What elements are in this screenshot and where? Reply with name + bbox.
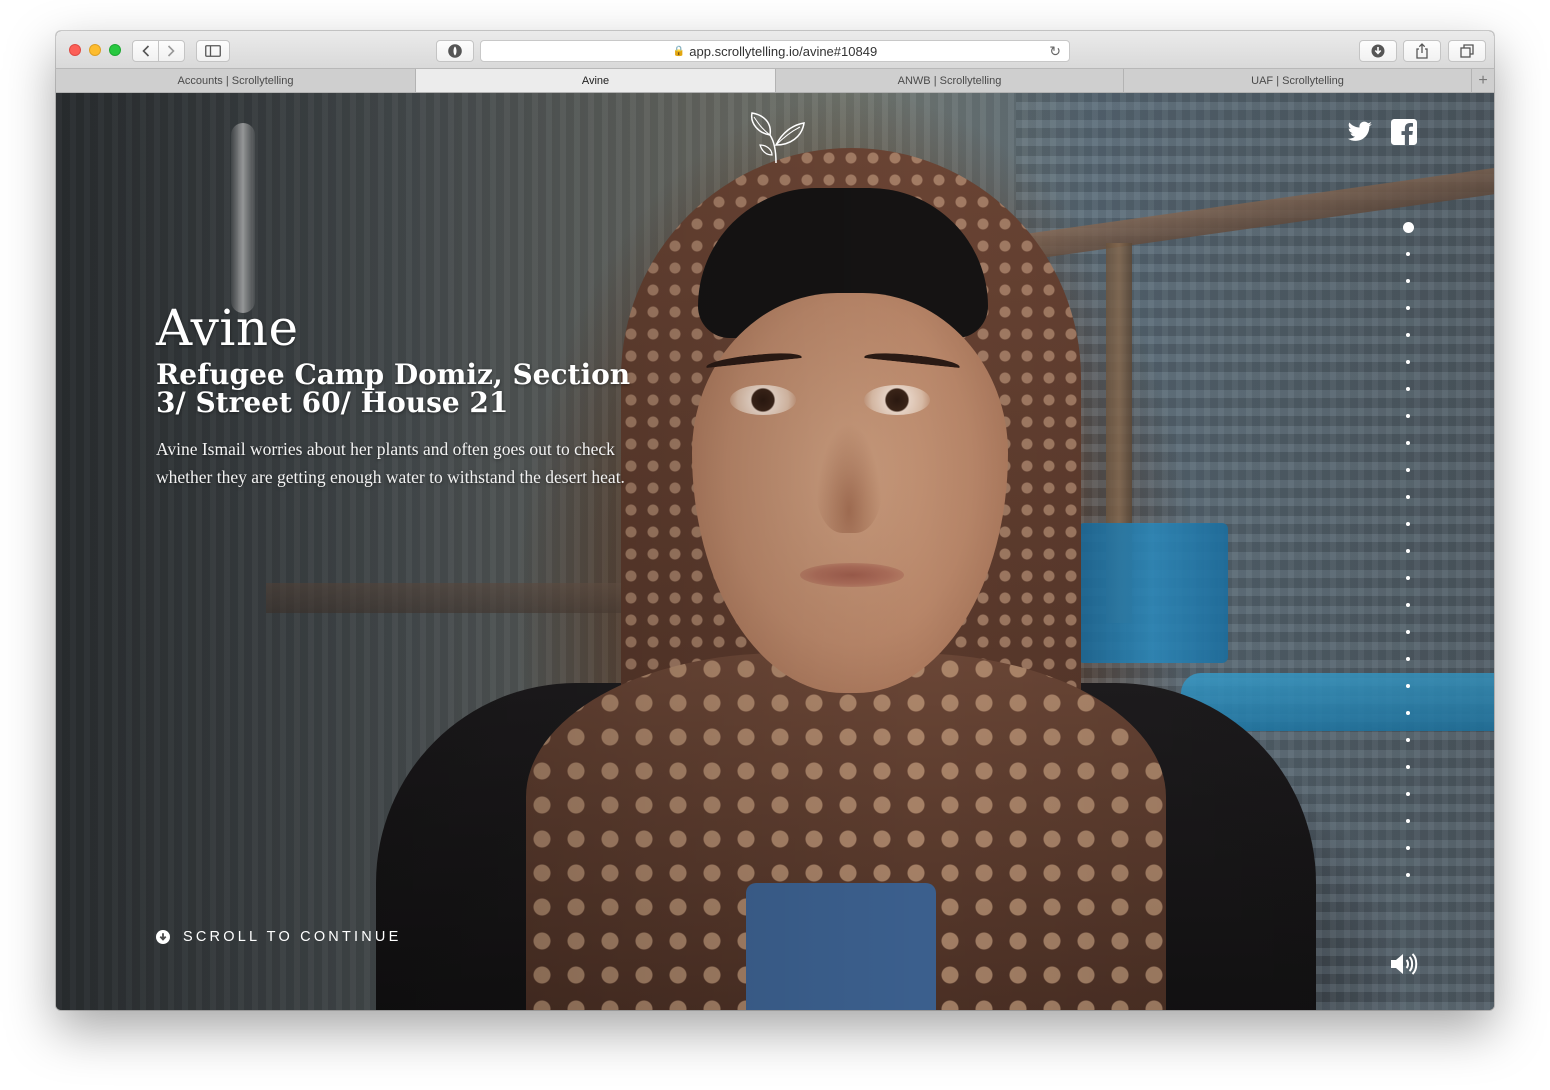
section-nav-dot[interactable]	[1406, 630, 1410, 634]
section-nav-dot[interactable]	[1406, 576, 1410, 580]
tab-avine[interactable]: Avine	[416, 69, 776, 92]
sidebar-toggle-button[interactable]	[196, 40, 230, 62]
window-maximize-button[interactable]	[109, 44, 121, 56]
tab-accounts[interactable]: Accounts | Scrollytelling	[56, 69, 416, 92]
speaker-icon[interactable]	[1389, 951, 1419, 977]
tab-overview-button[interactable]	[1448, 40, 1486, 62]
forward-button[interactable]	[159, 41, 184, 61]
download-icon	[1371, 44, 1385, 58]
tab-anwb[interactable]: ANWB | Scrollytelling	[776, 69, 1124, 92]
section-nav-dot[interactable]	[1406, 873, 1410, 877]
section-nav-dot[interactable]	[1406, 603, 1410, 607]
share-icon	[1416, 43, 1428, 59]
lock-icon: 🔒	[672, 45, 686, 57]
browser-toolbar: 🔒 app.scrollytelling.io/avine#10849 ↻	[56, 31, 1494, 69]
section-nav-dot[interactable]	[1406, 387, 1410, 391]
share-button[interactable]	[1403, 40, 1441, 62]
shield-extension-icon	[448, 44, 462, 58]
story-hero: Avine Refugee Camp Domiz, Section 3/ Str…	[56, 93, 1494, 1010]
section-nav-dot[interactable]	[1406, 819, 1410, 823]
section-nav-dot[interactable]	[1406, 738, 1410, 742]
section-nav-dot[interactable]	[1402, 222, 1414, 233]
chevron-right-icon	[168, 45, 176, 57]
back-button[interactable]	[133, 41, 158, 61]
section-nav-dot[interactable]	[1406, 495, 1410, 499]
sidebar-icon	[205, 45, 221, 57]
section-nav-dot[interactable]	[1406, 441, 1410, 445]
section-nav-dot[interactable]	[1406, 711, 1410, 715]
image-vignette	[56, 93, 1494, 1010]
history-nav-group	[132, 40, 185, 62]
facebook-icon[interactable]	[1391, 119, 1417, 145]
browser-window: 🔒 app.scrollytelling.io/avine#10849 ↻ Ac…	[56, 31, 1494, 1010]
reload-icon[interactable]: ↻	[1049, 43, 1061, 60]
story-title: Avine	[156, 299, 299, 357]
tabs-overview-icon	[1460, 44, 1474, 58]
scroll-to-continue-button[interactable]: SCROLL TO CONTINUE	[156, 929, 401, 945]
privacy-extension-button[interactable]	[436, 40, 474, 62]
window-minimize-button[interactable]	[89, 44, 101, 56]
section-nav-dot[interactable]	[1406, 279, 1410, 283]
tab-strip: Accounts | Scrollytelling Avine ANWB | S…	[56, 69, 1494, 93]
section-nav-dot[interactable]	[1406, 549, 1410, 553]
sprout-logo-icon[interactable]	[746, 111, 806, 165]
section-nav-dot[interactable]	[1406, 846, 1410, 850]
section-nav-dot[interactable]	[1406, 333, 1410, 337]
section-nav-dot[interactable]	[1406, 792, 1410, 796]
window-close-button[interactable]	[69, 44, 81, 56]
tab-uaf[interactable]: UAF | Scrollytelling	[1124, 69, 1472, 92]
story-location: Refugee Camp Domiz, Section 3/ Street 60…	[156, 358, 631, 419]
address-bar[interactable]: 🔒 app.scrollytelling.io/avine#10849 ↻	[480, 40, 1070, 62]
new-tab-button[interactable]: +	[1472, 69, 1494, 92]
section-nav-dot[interactable]	[1406, 657, 1410, 661]
section-nav-dot[interactable]	[1406, 684, 1410, 688]
section-nav-dot[interactable]	[1406, 306, 1410, 310]
section-nav-dot[interactable]	[1406, 522, 1410, 526]
downloads-button[interactable]	[1359, 40, 1397, 62]
section-navigation	[1400, 222, 1416, 900]
chevron-left-icon	[141, 45, 149, 57]
url-text: app.scrollytelling.io/avine#10849	[689, 43, 878, 59]
section-nav-dot[interactable]	[1406, 360, 1410, 364]
twitter-icon[interactable]	[1347, 119, 1373, 145]
section-nav-dot[interactable]	[1406, 765, 1410, 769]
section-nav-dot[interactable]	[1406, 414, 1410, 418]
scroll-label: SCROLL TO CONTINUE	[183, 929, 402, 945]
arrow-down-circle-icon	[156, 930, 170, 944]
section-nav-dot[interactable]	[1406, 252, 1410, 256]
story-description: Avine Ismail worries about her plants an…	[156, 439, 625, 487]
section-nav-dot[interactable]	[1406, 468, 1410, 472]
